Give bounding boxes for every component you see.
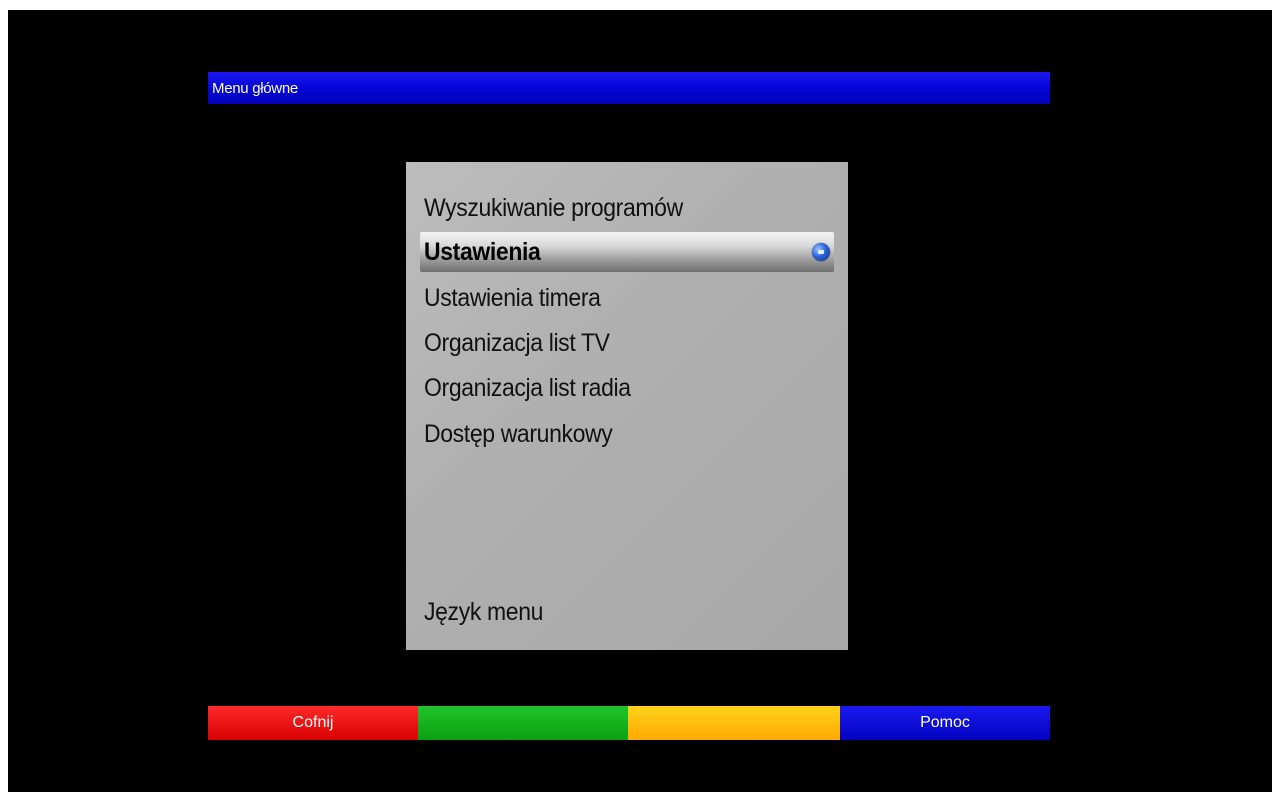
menu-item-label: Wyszukiwanie programów xyxy=(424,193,683,222)
menu-item-program-search[interactable]: Wyszukiwanie programów xyxy=(420,188,834,228)
menu-item-label: Dostęp warunkowy xyxy=(424,419,613,448)
menu-item-label: Ustawienia timera xyxy=(424,283,601,312)
main-menu-panel: Wyszukiwanie programów Ustawienia Ustawi… xyxy=(406,162,848,650)
ok-icon xyxy=(812,243,830,261)
tv-screen: Menu główne Wyszukiwanie programów Ustaw… xyxy=(8,10,1272,792)
menu-item-tv-list-organization[interactable]: Organizacja list TV xyxy=(420,323,834,363)
blue-button-label: Pomoc xyxy=(920,714,970,731)
page-title: Menu główne xyxy=(212,79,298,97)
green-button[interactable] xyxy=(418,706,628,740)
menu-item-settings[interactable]: Ustawienia xyxy=(420,232,834,272)
title-bar: Menu główne xyxy=(208,72,1050,104)
menu-item-conditional-access[interactable]: Dostęp warunkowy xyxy=(420,414,834,454)
menu-item-label: Organizacja list TV xyxy=(424,328,610,357)
menu-item-radio-list-organization[interactable]: Organizacja list radia xyxy=(420,368,834,408)
menu-item-label: Organizacja list radia xyxy=(424,373,631,402)
menu-item-menu-language[interactable]: Język menu xyxy=(420,592,834,632)
blue-help-button[interactable]: Pomoc xyxy=(840,706,1050,740)
red-button-label: Cofnij xyxy=(292,714,334,731)
yellow-button[interactable] xyxy=(628,706,840,740)
menu-item-label: Ustawienia xyxy=(424,237,541,266)
color-key-bar: Cofnij Pomoc xyxy=(208,706,1050,740)
menu-item-label: Język menu xyxy=(424,597,544,626)
red-back-button[interactable]: Cofnij xyxy=(208,706,418,740)
menu-item-timer-settings[interactable]: Ustawienia timera xyxy=(420,278,834,318)
